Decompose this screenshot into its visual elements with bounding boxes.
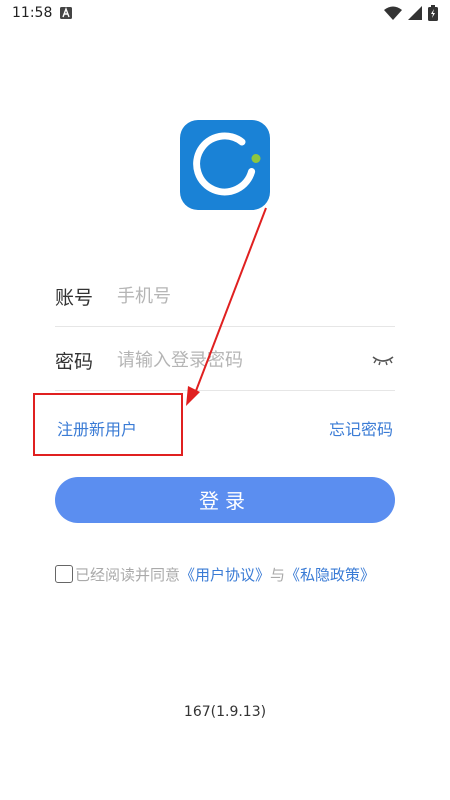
wifi-icon xyxy=(384,6,402,20)
status-bar: 11:58 xyxy=(0,0,450,26)
version-label: 167(1.9.13) xyxy=(183,704,267,720)
ring-logo-icon xyxy=(193,132,261,196)
agreement-row: 已经阅读并同意 《用户协议》 与 《私隐政策》 xyxy=(55,562,415,586)
password-input[interactable] xyxy=(115,348,371,372)
a-square-icon xyxy=(60,7,73,19)
login-button[interactable]: 登录 xyxy=(55,477,395,523)
forgot-password-link[interactable]: 忘记密码 xyxy=(329,416,393,440)
status-right xyxy=(384,5,438,21)
battery-icon xyxy=(428,5,438,21)
user-agreement-link[interactable]: 《用户协议》 xyxy=(180,564,270,585)
agreement-prefix: 已经阅读并同意 xyxy=(75,565,181,584)
signal-icon xyxy=(408,6,422,20)
annotation-highlight-box xyxy=(33,393,183,456)
agreement-checkbox[interactable] xyxy=(55,565,73,583)
password-row: 密码 xyxy=(55,330,395,391)
status-left: 11:58 xyxy=(12,5,73,21)
status-time: 11:58 xyxy=(12,5,53,21)
account-label: 账号 xyxy=(55,286,94,309)
app-logo xyxy=(180,120,270,210)
privacy-policy-link[interactable]: 《私隐政策》 xyxy=(285,564,375,585)
account-row: 账号 xyxy=(55,266,395,327)
eye-closed-icon[interactable] xyxy=(371,352,395,368)
agreement-conjunction: 与 xyxy=(270,565,286,584)
password-label: 密码 xyxy=(55,350,94,373)
account-input[interactable] xyxy=(115,284,395,308)
